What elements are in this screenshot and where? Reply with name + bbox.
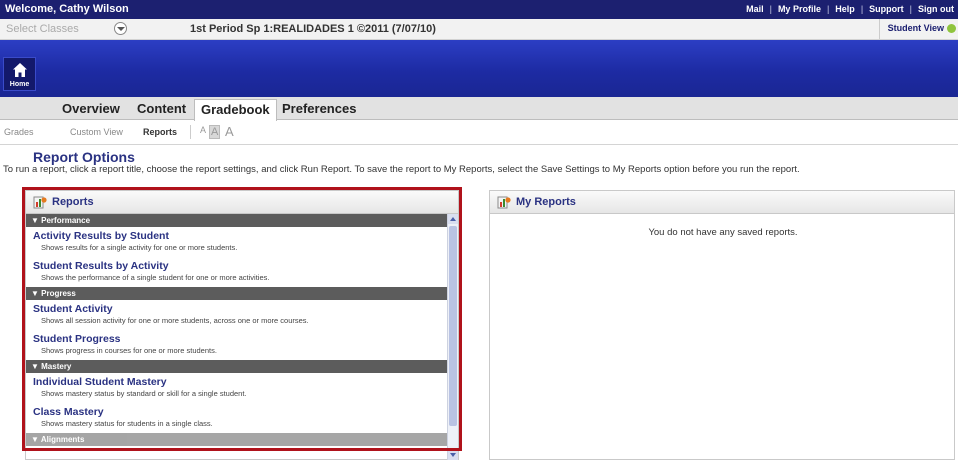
scrollbar-thumb[interactable] [449, 226, 457, 426]
subnav-reports[interactable]: Reports [143, 127, 177, 137]
font-size-medium-button[interactable]: A [209, 125, 221, 139]
header-banner: Home [0, 40, 958, 97]
link-separator: | [909, 4, 912, 14]
instructions-text: To run a report, click a report title, c… [3, 164, 800, 175]
report-description: Shows all session activity for one or mo… [41, 316, 309, 325]
no-saved-reports-message: You do not have any saved reports. [648, 227, 798, 238]
student-view-icon [947, 24, 956, 33]
link-separator: | [826, 4, 830, 14]
student-view-label: Student View [887, 23, 944, 33]
report-link-individual-student-mastery[interactable]: Individual Student Mastery [33, 376, 448, 388]
report-link-student-results-by-activity[interactable]: Student Results by Activity [33, 260, 448, 272]
reports-scrollbar[interactable] [447, 214, 458, 460]
tab-gradebook[interactable]: Gradebook [194, 99, 277, 121]
reports-list: ▼ Performance Activity Results by Studen… [26, 214, 448, 460]
reports-panel: Reports ▼ Performance Activity Results b… [25, 190, 459, 460]
reports-panel-title: Reports [52, 196, 94, 208]
my-profile-link[interactable]: My Profile [778, 4, 821, 14]
subnav-grades[interactable]: Grades [4, 127, 34, 137]
report-description: Shows progress in courses for one or mor… [41, 346, 217, 355]
report-description: Shows results for a single activity for … [41, 243, 238, 252]
my-reports-icon [497, 196, 511, 209]
link-separator: | [769, 4, 772, 14]
welcome-text: Welcome, Cathy Wilson [5, 3, 129, 15]
my-reports-panel: My Reports You do not have any saved rep… [489, 190, 955, 460]
section-header-performance[interactable]: ▼ Performance [26, 214, 448, 227]
report-item[interactable]: Class Mastery Shows mastery status for s… [26, 403, 448, 433]
font-size-small-button[interactable]: A [200, 125, 206, 135]
reports-icon [33, 196, 47, 209]
tab-overview[interactable]: Overview [62, 99, 120, 120]
scroll-down-arrow-icon[interactable] [448, 450, 458, 460]
home-label: Home [9, 81, 30, 88]
subnav-custom-view[interactable]: Custom View [70, 127, 123, 137]
report-description: Shows mastery status for students in a s… [41, 419, 213, 428]
sign-out-link[interactable]: Sign out [918, 4, 954, 14]
link-separator: | [860, 4, 864, 14]
student-view-button[interactable]: Student View [878, 19, 958, 39]
main-nav-tabs: Overview Content Gradebook Preferences [0, 97, 958, 121]
mail-link[interactable]: Mail [746, 4, 764, 14]
report-description: Shows the performance of a single studen… [41, 273, 270, 282]
report-link-class-mastery[interactable]: Class Mastery [33, 406, 448, 418]
subnav-divider [190, 125, 191, 139]
help-link[interactable]: Help [835, 4, 855, 14]
top-bar: Welcome, Cathy Wilson Mail | My Profile | He… [0, 0, 958, 19]
report-item[interactable]: Student Activity Shows all session activ… [26, 300, 448, 330]
section-header-alignments[interactable]: ▼ Alignments [26, 433, 448, 446]
report-item[interactable]: Individual Student Mastery Shows mastery… [26, 373, 448, 403]
home-button[interactable]: Home [3, 57, 36, 91]
report-item[interactable]: Student Results by Activity Shows the pe… [26, 257, 448, 287]
class-bar: Select Classes 1st Period Sp 1:REALIDADE… [0, 19, 958, 40]
report-link-student-activity[interactable]: Student Activity [33, 303, 448, 315]
support-link[interactable]: Support [869, 4, 904, 14]
dropdown-arrow-icon[interactable] [114, 22, 127, 35]
page-title: Report Options [33, 149, 135, 165]
home-icon [13, 63, 27, 77]
reports-panel-header: Reports [26, 191, 458, 214]
tab-preferences[interactable]: Preferences [282, 99, 356, 120]
report-link-activity-results-by-student[interactable]: Activity Results by Student [33, 230, 448, 242]
gradebook-sub-nav: Grades Custom View Reports A A A [0, 121, 958, 145]
scroll-up-arrow-icon[interactable] [448, 214, 458, 224]
report-item[interactable]: Activity Results by Student Shows result… [26, 227, 448, 257]
section-header-progress[interactable]: ▼ Progress [26, 287, 448, 300]
section-header-mastery[interactable]: ▼ Mastery [26, 360, 448, 373]
report-link-student-progress[interactable]: Student Progress [33, 333, 448, 345]
report-item[interactable]: Student Progress Shows progress in cours… [26, 330, 448, 360]
font-size-large-button[interactable]: A [225, 124, 234, 139]
report-description: Shows mastery status by standard or skil… [41, 389, 247, 398]
my-reports-panel-header: My Reports [490, 191, 954, 214]
tab-content[interactable]: Content [137, 99, 186, 120]
select-classes-dropdown[interactable]: Select Classes [6, 23, 79, 35]
my-reports-panel-title: My Reports [516, 196, 576, 208]
top-links: Mail | My Profile | Help | Support | Sign out [746, 4, 954, 14]
current-course-title: 1st Period Sp 1:REALIDADES 1 ©2011 (7/07… [190, 23, 436, 35]
